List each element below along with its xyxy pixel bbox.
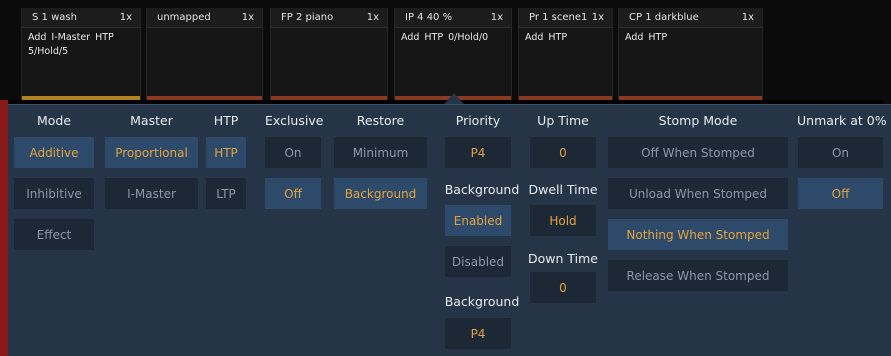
fader-name: Pr 1 scene1 [529, 12, 588, 23]
fader-tag: Add [28, 32, 47, 43]
stomp-off-button[interactable]: Off When Stomped [608, 137, 788, 168]
down-time-value-button[interactable]: 0 [530, 272, 596, 303]
fader-name: S 1 wash [32, 12, 77, 23]
fader-name: CP 1 darkblue [629, 12, 699, 23]
fader-tag: 5/Hold/5 [28, 46, 69, 57]
fader-tag: Add [525, 32, 544, 43]
fader-header: S 1 wash 1x [22, 8, 140, 28]
fader-pr1-scene1[interactable]: Pr 1 scene1 1x Add HTP [518, 8, 613, 100]
background-priority-value-button[interactable]: P4 [445, 318, 511, 349]
mode-additive-button[interactable]: Additive [14, 137, 94, 168]
unmark-on-button[interactable]: On [798, 137, 883, 168]
fader-s1-wash[interactable]: S 1 wash 1x Add I-Master HTP 5/Hold/5 [21, 8, 141, 100]
fader-cp1-darkblue[interactable]: CP 1 darkblue 1x Add HTP [618, 8, 763, 100]
fader-level: 1x [366, 12, 379, 23]
fader-level: 1x [241, 12, 254, 23]
priority-title: Priority [455, 113, 501, 128]
restore-title: Restore [356, 113, 405, 128]
fader-ip4[interactable]: IP 4 40 % 1x Add HTP 0/Hold/0 [394, 8, 512, 100]
fader-tags: Add HTP [619, 28, 731, 43]
fader-level: 1x [591, 12, 604, 23]
fader-name: FP 2 piano [281, 12, 334, 23]
stomp-nothing-button[interactable]: Nothing When Stomped [608, 219, 788, 250]
fader-header: unmapped 1x [147, 8, 262, 28]
stomp-mode-title: Stomp Mode [658, 113, 738, 128]
ltp-button[interactable]: LTP [206, 178, 246, 209]
left-edge [0, 100, 8, 356]
fader-level-bar [271, 96, 387, 100]
fader-fp2-piano[interactable]: FP 2 piano 1x [270, 8, 388, 100]
master-title: Master [130, 113, 173, 128]
stomp-release-button[interactable]: Release When Stomped [608, 260, 788, 291]
fader-tag: Add [401, 32, 420, 43]
up-time-title: Up Time [537, 113, 589, 128]
fader-level-bar [147, 96, 262, 100]
fader-tags: Add I-Master HTP 5/Hold/5 [22, 28, 134, 57]
exclusive-title: Exclusive [265, 113, 324, 128]
fader-name: IP 4 40 % [405, 12, 453, 23]
htp-button[interactable]: HTP [206, 137, 246, 168]
fader-tags: Add HTP [519, 28, 631, 43]
stomp-unload-button[interactable]: Unload When Stomped [608, 178, 788, 209]
mode-inhibitive-button[interactable]: Inhibitive [14, 178, 94, 209]
htp-title: HTP [213, 113, 239, 128]
fader-level: 1x [490, 12, 503, 23]
fader-header: FP 2 piano 1x [271, 8, 387, 28]
background-title: Background [444, 182, 520, 197]
fader-tags: Add HTP 0/Hold/0 [395, 28, 507, 43]
fader-level-bar [22, 96, 140, 100]
master-proportional-button[interactable]: Proportional [105, 137, 198, 168]
fader-tag: I-Master [51, 32, 91, 43]
fader-tag: 0/Hold/0 [448, 32, 489, 43]
fader-tag: HTP [95, 32, 114, 43]
background-priority-title: Background [444, 294, 520, 309]
fader-level-bar [619, 96, 762, 100]
restore-minimum-button[interactable]: Minimum [334, 137, 427, 168]
fader-level-bar [519, 96, 612, 100]
fader-tag: HTP [548, 32, 568, 43]
fader-level: 1x [741, 12, 754, 23]
up-time-value-button[interactable]: 0 [530, 137, 596, 168]
exclusive-off-button[interactable]: Off [265, 178, 321, 209]
restore-background-button[interactable]: Background [334, 178, 427, 209]
master-imaster-button[interactable]: I-Master [105, 178, 198, 209]
mode-title: Mode [36, 113, 72, 128]
unmark-title: Unmark at 0% [797, 113, 887, 128]
down-time-title: Down Time [528, 251, 598, 266]
priority-value-button[interactable]: P4 [445, 137, 511, 168]
fader-unmapped[interactable]: unmapped 1x [146, 8, 263, 100]
fader-strip: S 1 wash 1x Add I-Master HTP 5/Hold/5 un… [0, 0, 891, 100]
exclusive-on-button[interactable]: On [265, 137, 321, 168]
unmark-off-button[interactable]: Off [798, 178, 883, 209]
fader-properties-popup: Mode Additive Inhibitive Effect Master P… [8, 104, 891, 356]
fader-header: Pr 1 scene1 1x [519, 8, 612, 28]
fader-header: CP 1 darkblue 1x [619, 8, 762, 28]
dwell-time-title: Dwell Time [528, 182, 598, 197]
fader-name: unmapped [157, 12, 211, 23]
fader-tag: HTP [424, 32, 444, 43]
background-disabled-button[interactable]: Disabled [445, 246, 511, 277]
popup-pointer [444, 93, 464, 104]
fader-level: 1x [119, 12, 132, 23]
fader-tag: HTP [648, 32, 668, 43]
fader-header: IP 4 40 % 1x [395, 8, 511, 28]
mode-effect-button[interactable]: Effect [14, 219, 94, 250]
background-enabled-button[interactable]: Enabled [445, 205, 511, 236]
fader-tag: Add [625, 32, 644, 43]
dwell-time-value-button[interactable]: Hold [530, 205, 596, 236]
